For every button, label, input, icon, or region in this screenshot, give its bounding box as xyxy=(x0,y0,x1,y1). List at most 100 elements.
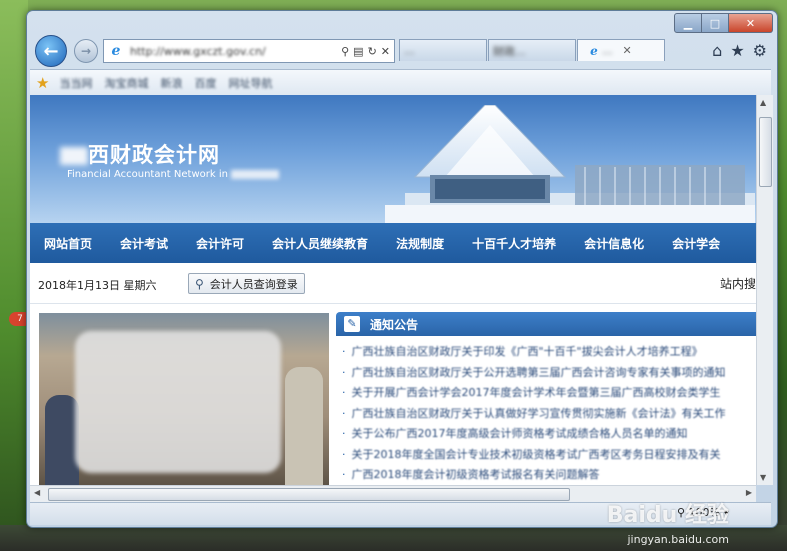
back-arrow-icon: ← xyxy=(43,40,59,62)
date-bar: 2018年1月13日 星期六 ⚲ 会计人员查询登录 站内搜 xyxy=(30,263,756,304)
scroll-down-icon[interactable]: ▼ xyxy=(760,473,766,482)
accountant-query-login-button[interactable]: ⚲ 会计人员查询登录 xyxy=(188,273,305,294)
scroll-up-icon[interactable]: ▲ xyxy=(760,98,766,107)
bullet-icon: · xyxy=(342,447,346,461)
vertical-scrollbar[interactable]: ▲ ▼ xyxy=(756,95,773,485)
blurred-region xyxy=(60,147,88,165)
nav-license[interactable]: 会计许可 xyxy=(182,235,258,252)
tab-close-icon[interactable]: ✕ xyxy=(623,44,632,57)
notice-list: · 广西壮族自治区财政厅关于印发《广西"十百千"拔尖会计人才培养工程》 · 广西壮族… xyxy=(336,342,756,485)
site-banner: 西财政会计网 Financial Accountant Network in xyxy=(30,95,756,223)
blurred-region xyxy=(75,331,281,473)
bullet-icon: · xyxy=(342,468,346,481)
vertical-scroll-thumb[interactable] xyxy=(759,117,772,187)
notice-item[interactable]: · 广西壮族自治区财政厅关于公开选聘第三届广西会计咨询专家有关事项的通知 xyxy=(336,363,756,384)
notice-item[interactable]: · 关于2018年度全国会计专业技术初级资格考试广西考区考务日程安排及有关 xyxy=(336,445,756,466)
tab-2[interactable]: 财政... xyxy=(488,39,576,61)
tab-label: ... xyxy=(602,44,613,57)
photo-person xyxy=(285,367,323,485)
favorites-list: 当当网 淘宝商城 新浪 百度 网址导航 xyxy=(59,75,272,91)
maximize-button[interactable]: □ xyxy=(702,13,729,33)
notice-title: 通知公告 xyxy=(370,317,419,332)
site-title: 西财政会计网 xyxy=(60,139,220,169)
forward-button[interactable]: → xyxy=(74,39,98,63)
notice-link[interactable]: 广西壮族自治区财政厅关于认真做好学习宣传贯彻实施新《会计法》有关工作 xyxy=(352,407,726,420)
window-controls: ▁ □ ✕ xyxy=(674,13,773,33)
address-bar[interactable]: e http://www.gxczt.gov.cn/ ⚲ ▤ ↻ ✕ xyxy=(103,39,395,63)
refresh-icon[interactable]: ↻ xyxy=(368,45,377,58)
back-button[interactable]: ← xyxy=(35,35,67,67)
scroll-left-icon[interactable]: ◀ xyxy=(34,488,40,497)
horizontal-scroll-thumb[interactable] xyxy=(48,488,570,501)
browser-window: ▁ □ ✕ ← → e http://www.gxczt.gov.cn/ ⚲ ▤… xyxy=(26,10,778,528)
nav-society[interactable]: 会计学会 xyxy=(658,235,734,252)
browser-toolbar-right: ⌂ ★ ⚙ xyxy=(712,41,767,60)
site-search-label: 站内搜 xyxy=(719,277,756,291)
address-url[interactable]: http://www.gxczt.gov.cn/ xyxy=(130,45,341,58)
site-subtitle: Financial Accountant Network in xyxy=(67,169,280,180)
bullet-icon: · xyxy=(342,427,346,440)
notice-link[interactable]: 广西壮族自治区财政厅关于印发《广西"十百千"拔尖会计人才培养工程》 xyxy=(352,345,703,358)
tab-label: ... xyxy=(404,44,415,57)
notice-header: ✎ 通知公告 xyxy=(336,312,756,336)
notice-item[interactable]: · 广西2018年度会计初级资格考试报名有关问题解答 xyxy=(336,465,756,485)
notice-link[interactable]: 关于2018年度全国会计专业技术初级资格考试广西考区考务日程安排及有关 xyxy=(352,448,721,461)
bullet-icon: · xyxy=(342,386,346,399)
bullet-icon: · xyxy=(342,345,346,358)
notice-link[interactable]: 广西2018年度会计初级资格考试报名有关问题解答 xyxy=(352,468,600,481)
tab-3-active[interactable]: e ... ✕ xyxy=(577,39,665,61)
ie-page-icon: e xyxy=(590,43,598,58)
favorite-item[interactable]: 网址导航 xyxy=(228,75,272,91)
compat-view-icon[interactable]: ▤ xyxy=(353,45,363,58)
desktop-background xyxy=(0,0,28,551)
minimize-button[interactable]: ▁ xyxy=(674,13,702,33)
bullet-icon: · xyxy=(342,406,346,420)
forward-arrow-icon: → xyxy=(80,44,92,58)
current-date: 2018年1月13日 星期六 xyxy=(38,279,157,292)
site-subtitle-text: Financial Accountant Network in xyxy=(67,169,228,180)
nav-continuing-education[interactable]: 会计人员继续教育 xyxy=(258,235,382,252)
favorite-item[interactable]: 当当网 xyxy=(59,75,92,91)
nav-home[interactable]: 网站首页 xyxy=(30,235,106,252)
blurred-region xyxy=(231,169,280,179)
news-photo[interactable] xyxy=(39,313,329,485)
nav-regulations[interactable]: 法规制度 xyxy=(382,235,458,252)
notice-panel: ✎ 通知公告 · 广西壮族自治区财政厅关于印发《广西"十百千"拔尖会计人才培养工程… xyxy=(336,312,756,485)
stop-icon[interactable]: ✕ xyxy=(381,45,390,58)
notice-item[interactable]: · 关于开展广西会计学会2017年度会计学术年会暨第三届广西高校财会类学生 xyxy=(336,383,756,404)
gear-icon[interactable]: ⚙ xyxy=(753,41,767,60)
scroll-right-icon[interactable]: ▶ xyxy=(746,488,752,497)
favorites-star-icon[interactable]: ★ xyxy=(730,41,744,60)
close-window-button[interactable]: ✕ xyxy=(729,13,773,33)
favorites-bar: ★ 当当网 淘宝商城 新浪 百度 网址导航 xyxy=(30,69,771,96)
notice-item[interactable]: · 广西壮族自治区财政厅关于认真做好学习宣传贯彻实施新《会计法》有关工作 xyxy=(336,404,756,425)
query-login-label: 会计人员查询登录 xyxy=(209,277,298,291)
page-viewport: 西财政会计网 Financial Accountant Network in 网… xyxy=(30,95,756,485)
main-nav: 网站首页 会计考试 会计许可 会计人员继续教育 法规制度 十百千人才培养 会计信… xyxy=(30,223,756,263)
nav-talent-training[interactable]: 十百千人才培养 xyxy=(458,235,570,252)
search-icon: ⚲ xyxy=(195,276,204,291)
nav-informatization[interactable]: 会计信息化 xyxy=(570,235,658,252)
notice-link[interactable]: 广西壮族自治区财政厅关于公开选聘第三届广西会计咨询专家有关事项的通知 xyxy=(352,366,726,379)
notice-link[interactable]: 关于公布广西2017年度高级会计师资格考试成绩合格人员名单的通知 xyxy=(352,427,688,440)
watermark-url: jingyan.baidu.com xyxy=(627,533,729,546)
tab-1[interactable]: ... xyxy=(399,39,487,61)
site-title-text: 西财政会计网 xyxy=(88,143,220,167)
nav-exam[interactable]: 会计考试 xyxy=(106,235,182,252)
notice-item[interactable]: · 广西壮族自治区财政厅关于印发《广西"十百千"拔尖会计人才培养工程》 xyxy=(336,342,756,363)
favorite-item[interactable]: 新浪 xyxy=(160,75,182,91)
home-icon[interactable]: ⌂ xyxy=(712,41,722,60)
tab-label: 财政... xyxy=(493,44,526,58)
notice-item[interactable]: · 关于公布广西2017年度高级会计师资格考试成绩合格人员名单的通知 xyxy=(336,424,756,445)
watermark-logo: Baidu 经验 xyxy=(606,503,729,528)
ie-page-icon: e xyxy=(111,43,121,59)
search-icon[interactable]: ⚲ xyxy=(341,45,349,58)
building-illustration xyxy=(385,105,755,223)
notice-link[interactable]: 关于开展广西会计学会2017年度会计学术年会暨第三届广西高校财会类学生 xyxy=(352,386,721,399)
favorite-item[interactable]: 淘宝商城 xyxy=(104,75,148,91)
add-favorite-icon[interactable]: ★ xyxy=(36,74,49,92)
address-bar-tools: ⚲ ▤ ↻ ✕ xyxy=(341,45,390,58)
photo-person xyxy=(45,395,79,485)
tab-strip: ... 财政... e ... ✕ xyxy=(399,39,666,61)
favorite-item[interactable]: 百度 xyxy=(194,75,216,91)
